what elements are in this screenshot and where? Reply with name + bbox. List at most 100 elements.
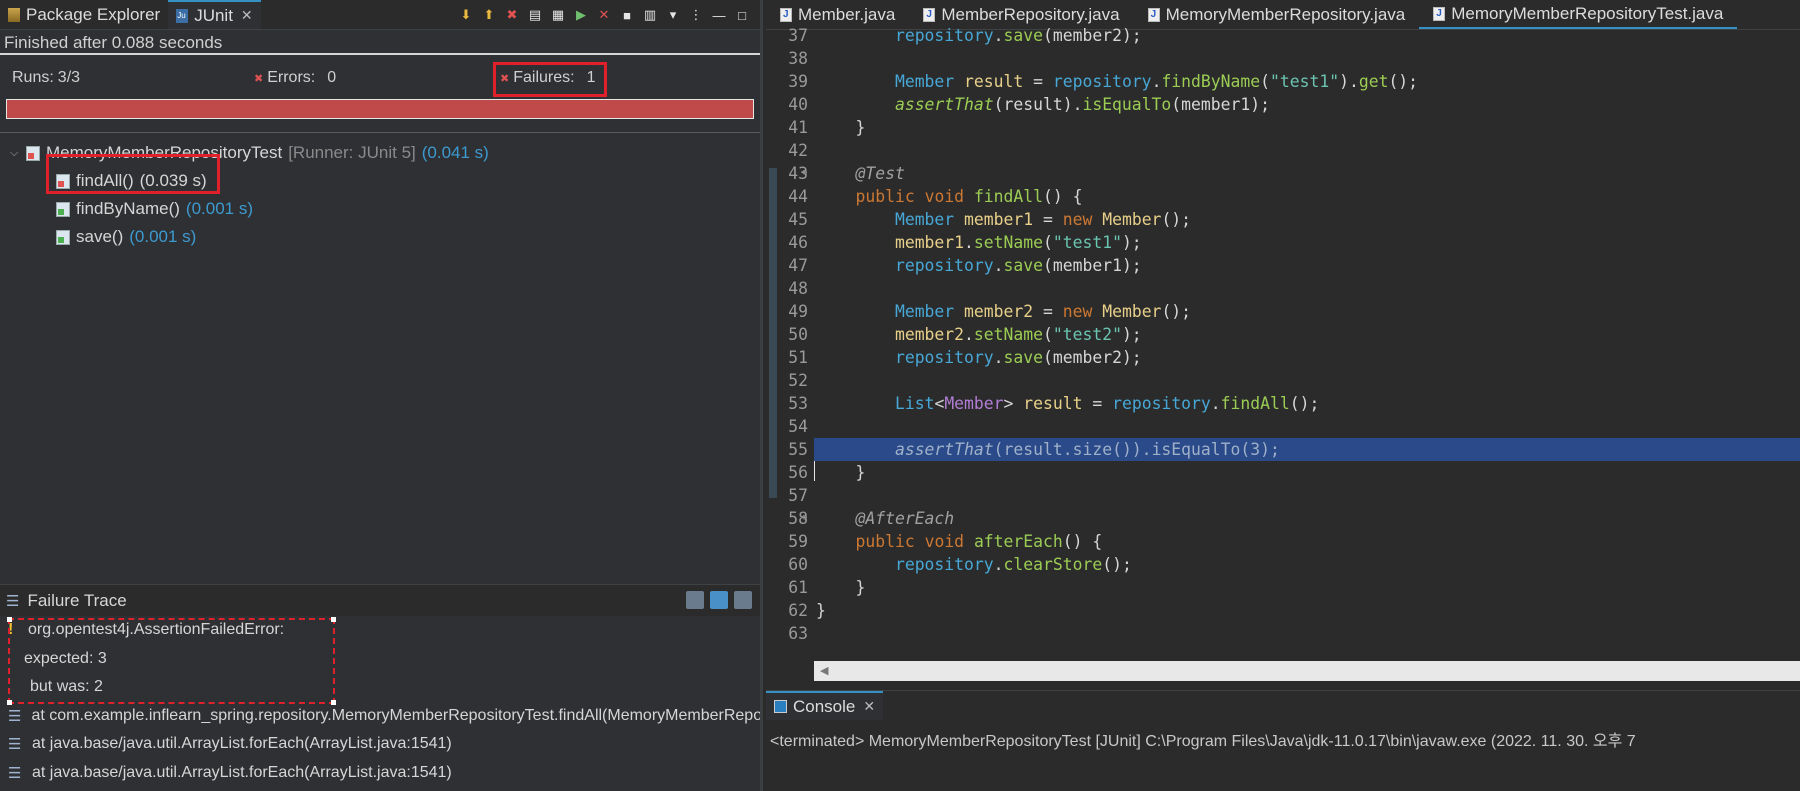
code-line: 37 repository.save(member2); [766, 24, 1800, 47]
code-token: = [1023, 72, 1053, 91]
code-line: 62} [766, 599, 1800, 622]
previous-failure-icon[interactable]: ⬆ [481, 7, 497, 23]
code-token: } [855, 578, 866, 597]
code-text: @AfterEach [816, 507, 954, 530]
stop-icon[interactable]: ■ [619, 7, 635, 23]
line-number: 44 [788, 187, 808, 206]
horizontal-scrollbar[interactable]: ◀ [814, 661, 1800, 681]
code-token: } [855, 118, 866, 137]
close-icon[interactable]: ✕ [863, 698, 875, 715]
code-token: } [855, 463, 866, 482]
errors-counter: ✖ Errors: 0 [254, 69, 336, 87]
errors-label: Errors: [267, 69, 316, 86]
failure-trace-list: ! org.opentest4j.AssertionFailedError: e… [0, 616, 760, 791]
code-token: Member [1102, 210, 1162, 229]
code-token: . [964, 233, 974, 252]
code-token: (3); [1240, 440, 1280, 459]
counters-row: Runs: 3/3 ✖ Errors: 0 ✖ Failures: 1 [0, 55, 760, 99]
line-number: 61 [788, 578, 808, 597]
line-number: 38 [788, 49, 808, 68]
stack-frame-icon: ☰ [8, 736, 22, 754]
code-token: public [855, 187, 915, 206]
chevron-down-icon[interactable]: ▾ [665, 7, 681, 23]
code-token: List [894, 394, 935, 413]
trace-line-text: at java.base/java.util.ArrayList.forEach… [32, 735, 452, 753]
line-number: 50 [788, 325, 808, 344]
stack-frame-icon: ☰ [8, 764, 22, 782]
code-token: ); [1121, 233, 1142, 252]
tab-package-explorer[interactable]: Package Explorer [0, 0, 168, 29]
test-history-icon[interactable]: ▦ [550, 7, 566, 23]
trace-line[interactable]: ☰ at com.example.inflearn_spring.reposit… [0, 702, 760, 731]
editor-tab-label: Member.java [798, 4, 896, 24]
rerun-test-icon[interactable]: ▶ [573, 7, 589, 23]
scroll-lock-icon[interactable]: ▤ [527, 7, 543, 23]
highlighted-code-line: 55 assertThat(result.size()).isEqualTo(3… [766, 438, 1800, 461]
code-token: clearStore [1003, 555, 1103, 574]
divider [0, 119, 760, 133]
code-text: assertThat(result.size()).isEqualTo(3); [816, 438, 1280, 461]
code-line: 51 repository.save(member2); [766, 346, 1800, 369]
trace-toolbar [686, 591, 752, 609]
code-token: . [993, 555, 1004, 574]
scroll-left-icon[interactable]: ◀ [820, 664, 828, 677]
show-failures-only-icon[interactable]: ✖ [504, 7, 520, 23]
next-failure-icon[interactable]: ⬇ [458, 7, 474, 23]
code-token: findAll [973, 187, 1044, 206]
code-token: . [964, 325, 974, 344]
code-text: repository.save(member1); [816, 254, 1142, 277]
code-token: < [934, 394, 945, 413]
chevron-down-icon[interactable]: ⌵ [10, 147, 20, 160]
trace-line[interactable]: ☰ at java.base/java.util.ArrayList.forEa… [0, 730, 760, 759]
code-text: } [816, 116, 865, 139]
editor-area: Member.java MemberRepository.java Memory… [766, 0, 1800, 791]
line-number: 48 [788, 279, 808, 298]
line-number: 51 [788, 348, 808, 367]
layout-icon[interactable]: ▥ [642, 7, 658, 23]
compare-result-icon[interactable] [686, 591, 704, 609]
code-text: public void findAll() { [816, 185, 1082, 208]
close-icon[interactable]: ✕ [241, 7, 253, 24]
test-case-name: save() [76, 227, 124, 246]
console-tab-label: Console [793, 696, 856, 716]
minimize-icon[interactable]: — [711, 7, 727, 23]
code-token: = [1033, 210, 1063, 229]
view-menu-icon[interactable]: ⋮ [688, 7, 704, 23]
tab-junit[interactable]: JUnit ✕ [168, 0, 261, 29]
code-line: 38 [766, 47, 1800, 70]
code-token: "test1" [1052, 233, 1122, 252]
fold-icon[interactable]: ⊖ [802, 162, 807, 185]
line-number: 40 [788, 95, 808, 114]
rerun-failed-first-icon[interactable]: ✕ [596, 7, 612, 23]
line-number: 62 [788, 601, 808, 620]
code-token: Member [894, 302, 955, 321]
code-text: assertThat(result).isEqualTo(member1); [816, 93, 1270, 116]
code-token: repository [1112, 394, 1211, 413]
code-token: (member2); [1043, 348, 1142, 367]
code-token: member2 [894, 325, 965, 344]
fold-icon[interactable]: ⊖ [802, 507, 807, 530]
code-token: @AfterEach [855, 509, 955, 528]
trace-line[interactable]: ☰ at java.base/java.util.ArrayList.forEa… [0, 759, 760, 788]
tab-console[interactable]: Console ✕ [766, 691, 884, 720]
code-line: 44 public void findAll() { [766, 185, 1800, 208]
findall-highlight-box [46, 154, 220, 194]
copy-trace-icon[interactable] [734, 591, 752, 609]
code-token: ()). [1112, 440, 1152, 459]
code-line: 46 member1.setName("test1"); [766, 231, 1800, 254]
code-token: ( [1042, 325, 1053, 344]
maximize-icon[interactable]: □ [734, 7, 750, 23]
code-token: ( [1042, 233, 1053, 252]
code-editor[interactable]: 37 repository.save(member2); 38 39 Membe… [766, 26, 1800, 656]
line-number: 45 [788, 210, 808, 229]
line-number: 47 [788, 256, 808, 275]
line-number: 59 [788, 532, 808, 551]
code-token: . [1210, 394, 1221, 413]
code-text: repository.clearStore(); [816, 553, 1132, 576]
filter-stack-trace-icon[interactable] [710, 591, 728, 609]
code-line: 56 } [766, 461, 1800, 484]
test-case-findbyname[interactable]: findByName() (0.001 s) [0, 195, 760, 223]
test-case-save[interactable]: save() (0.001 s) [0, 223, 760, 251]
code-token: Member [944, 394, 1004, 413]
console-output[interactable]: <terminated> MemoryMemberRepositoryTest … [766, 720, 1800, 791]
